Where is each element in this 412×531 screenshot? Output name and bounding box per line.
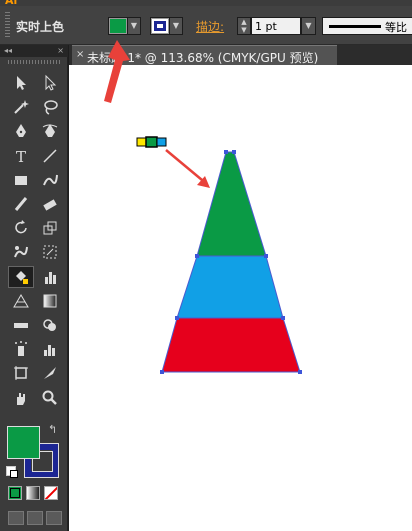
stroke-label[interactable]: 描边: bbox=[196, 18, 224, 35]
ruler-measure-icon[interactable] bbox=[8, 314, 34, 336]
artboard-icon[interactable] bbox=[8, 362, 34, 384]
chevron-down-icon[interactable]: ▼ bbox=[169, 18, 182, 34]
document-tab[interactable]: × 未标题-1* @ 113.68% (CMYK/GPU 预览) bbox=[72, 45, 337, 65]
screen-mode-icon[interactable] bbox=[46, 511, 62, 525]
direct-selection-icon[interactable] bbox=[37, 72, 63, 94]
hand-icon[interactable] bbox=[8, 387, 34, 409]
anchor-point[interactable] bbox=[160, 370, 164, 374]
zoom-icon[interactable] bbox=[37, 387, 63, 409]
control-bar-grip[interactable] bbox=[5, 12, 10, 38]
eraser-icon[interactable] bbox=[37, 193, 63, 215]
pyramid-top-face[interactable] bbox=[196, 151, 267, 257]
warp-icon[interactable] bbox=[8, 241, 34, 263]
cursor-swatch-green bbox=[145, 136, 158, 148]
pyramid-artwork[interactable] bbox=[69, 65, 412, 531]
stroke-color-dropdown[interactable]: ▼ bbox=[150, 17, 183, 35]
stepper-arrows-icon[interactable]: ▲ ▼ bbox=[237, 17, 251, 35]
curvature-icon[interactable] bbox=[37, 120, 63, 142]
selection-type-label: 实时上色 bbox=[16, 20, 65, 34]
fill-swatch[interactable] bbox=[109, 18, 127, 34]
line-segment-icon[interactable] bbox=[37, 145, 63, 167]
control-bar: 实时上色 ▼ ▼ 描边: ▲▼ ▼ 等比 bbox=[0, 6, 412, 45]
close-icon[interactable]: × bbox=[57, 45, 64, 57]
uniform-line-icon bbox=[329, 25, 381, 28]
chevron-down-icon[interactable]: ▼ bbox=[301, 17, 316, 35]
anchor-point[interactable] bbox=[232, 150, 236, 154]
paintbrush-icon[interactable] bbox=[8, 193, 34, 215]
gradient-mode-icon[interactable] bbox=[26, 486, 40, 500]
selection-icon[interactable] bbox=[8, 72, 34, 94]
rotate-icon[interactable] bbox=[8, 217, 34, 239]
fill-color-dropdown[interactable]: ▼ bbox=[108, 17, 141, 35]
fill-color-box[interactable] bbox=[7, 426, 40, 459]
pen-icon[interactable] bbox=[8, 120, 34, 142]
color-mode-icon[interactable] bbox=[8, 486, 22, 500]
document-tab-bar: × 未标题-1* @ 113.68% (CMYK/GPU 预览) bbox=[69, 45, 412, 65]
default-fill-stroke-icon[interactable] bbox=[6, 466, 18, 478]
anchor-point[interactable] bbox=[224, 150, 228, 154]
symbol-sprayer-icon[interactable] bbox=[8, 338, 34, 360]
scale-icon[interactable] bbox=[37, 217, 63, 239]
cursor-swatch-yellow bbox=[136, 137, 147, 147]
none-mode-icon[interactable] bbox=[44, 486, 58, 500]
variable-width-profile-dropdown[interactable]: 等比 bbox=[322, 17, 412, 35]
column-graph-icon[interactable] bbox=[37, 338, 63, 360]
gradient-icon[interactable] bbox=[37, 290, 63, 312]
color-mode-buttons bbox=[8, 486, 58, 500]
live-paint-cursor-swatches bbox=[136, 136, 167, 148]
width-profile-label: 等比 bbox=[385, 21, 407, 34]
lasso-icon[interactable] bbox=[37, 96, 63, 118]
stroke-label-text: 描边 bbox=[196, 20, 221, 34]
live-paint-bucket-icon[interactable] bbox=[8, 265, 34, 288]
pyramid-bottom-face[interactable] bbox=[161, 317, 301, 373]
stroke-weight-spinner: ▲▼ ▼ bbox=[237, 17, 316, 35]
drawing-mode-buttons bbox=[8, 511, 62, 525]
slice-icon[interactable] bbox=[37, 362, 63, 384]
svg-text:T: T bbox=[16, 148, 26, 165]
stroke-swatch[interactable] bbox=[151, 18, 169, 34]
free-transform-icon[interactable] bbox=[37, 241, 63, 263]
perspective-grid-icon[interactable] bbox=[8, 290, 34, 312]
graph-icon[interactable] bbox=[37, 266, 63, 288]
close-icon[interactable]: × bbox=[76, 49, 84, 60]
document-tab-title: 未标题-1* @ 113.68% (CMYK/GPU 预览) bbox=[87, 51, 319, 65]
swap-fill-stroke-icon[interactable]: ↰ bbox=[48, 423, 57, 436]
draw-behind-icon[interactable] bbox=[27, 511, 43, 525]
anchor-point[interactable] bbox=[264, 254, 268, 258]
stroke-weight-input[interactable] bbox=[251, 17, 301, 35]
draw-normal-icon[interactable] bbox=[8, 511, 24, 525]
rectangle-icon[interactable] bbox=[8, 169, 34, 191]
tools-panel: ◂◂ × T ↰ bbox=[0, 45, 68, 531]
anchor-point[interactable] bbox=[195, 254, 199, 258]
anchor-point[interactable] bbox=[281, 316, 285, 320]
stroke-label-colon: : bbox=[220, 20, 225, 34]
shaper-icon[interactable] bbox=[37, 169, 63, 191]
anchor-point[interactable] bbox=[298, 370, 302, 374]
pyramid-middle-face[interactable] bbox=[176, 255, 284, 319]
type-icon[interactable]: T bbox=[8, 145, 34, 167]
magic-wand-icon[interactable] bbox=[8, 96, 34, 118]
cursor-swatch-blue bbox=[156, 137, 167, 147]
tools-panel-header[interactable]: ◂◂ × bbox=[0, 45, 68, 57]
chevron-down-icon[interactable]: ▼ bbox=[127, 18, 140, 34]
shape-builder-icon[interactable] bbox=[37, 314, 63, 336]
tools-panel-grip[interactable] bbox=[8, 60, 60, 64]
anchor-point[interactable] bbox=[175, 316, 179, 320]
artboard-canvas[interactable] bbox=[69, 65, 412, 531]
